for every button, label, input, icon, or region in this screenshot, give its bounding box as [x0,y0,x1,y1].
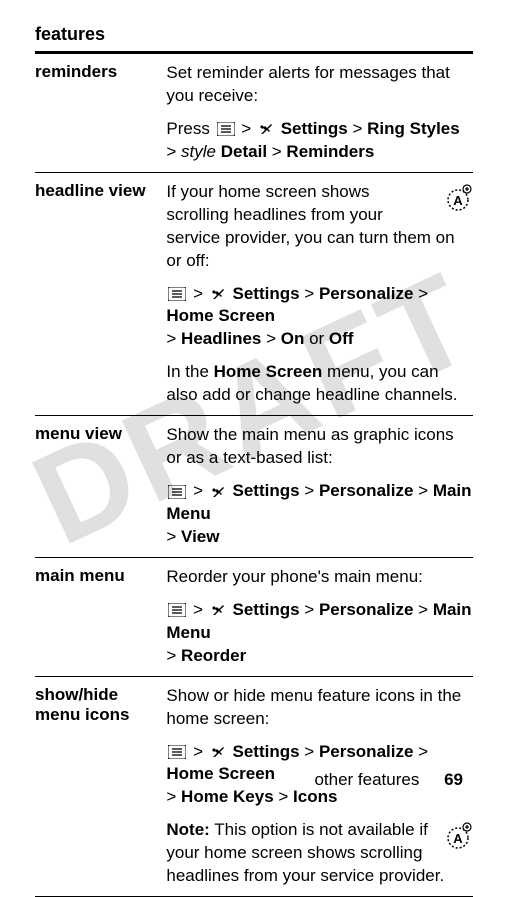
path-style: style [181,142,216,161]
path-sep: > [300,600,319,619]
svg-text:A: A [453,193,463,208]
row-label-mainmenu: main menu [35,557,166,676]
path-sep: > [413,600,432,619]
path-sep: > [237,119,256,138]
path-prefix: Press [166,119,214,138]
menu-key-icon [168,287,186,301]
row-label-headline: headline view [35,172,166,415]
path-homekeys: Home Keys [181,787,274,806]
showhide-path: > Settings > Personalize > Home Screen >… [166,741,473,810]
finger-a-icon: A [443,821,473,851]
menu-key-icon [168,745,186,759]
headline-para2: In the Home Screen menu, you can also ad… [166,361,473,407]
tools-icon [258,121,274,137]
path-settings: Settings [233,481,300,500]
reminders-text: Set reminder alerts for messages that yo… [166,62,473,108]
row-desc-reminders: Set reminder alerts for messages that yo… [166,53,473,173]
path-sep: > [300,284,319,303]
menu-key-icon [168,603,186,617]
showhide-text: Show or hide menu feature icons in the h… [166,685,473,731]
path-settings: Settings [233,742,300,761]
path-settings: Settings [233,600,300,619]
path-home: Home Screen [166,306,275,325]
path-sep: > [348,119,367,138]
path-personalize: Personalize [319,742,414,761]
path-sep: > [267,142,286,161]
table-row: menu view Show the main menu as graphic … [35,416,473,558]
path-ring: Ring Styles [367,119,460,138]
row-label-showhide: show/hide menu icons [35,676,166,897]
table-row: main menu Reorder your phone's main menu… [35,557,473,676]
menuview-path: > Settings > Personalize > Main Menu > V… [166,480,473,549]
path-icons: Icons [293,787,337,806]
tools-icon [210,602,226,618]
tools-icon [210,286,226,302]
path-reorder: Reorder [181,646,246,665]
path-personalize: Personalize [319,284,414,303]
features-table: features reminders Set reminder alerts f… [35,20,473,897]
row-label-reminders: reminders [35,53,166,173]
path-on: On [281,329,305,348]
headline-text: A If your home screen shows scrolling he… [166,181,473,273]
table-row: reminders Set reminder alerts for messag… [35,53,473,173]
path-personalize: Personalize [319,600,414,619]
path-settings: Settings [233,284,300,303]
p2b: Home Screen [214,362,323,381]
path-headlines: Headlines [181,329,261,348]
svg-text:A: A [453,831,463,846]
path-view: View [181,527,219,546]
mainmenu-path: > Settings > Personalize > Main Menu > R… [166,599,473,668]
table-header: features [35,20,473,53]
table-row: headline view A If your home screen show… [35,172,473,415]
mainmenu-text: Reorder your phone's main menu: [166,566,473,589]
row-label-menuview: menu view [35,416,166,558]
path-personalize: Personalize [319,481,414,500]
table-row: show/hide menu icons Show or hide menu f… [35,676,473,897]
menu-key-icon [217,122,235,136]
menuview-text: Show the main menu as graphic icons or a… [166,424,473,470]
tools-icon [210,744,226,760]
path-home: Home Screen [166,764,275,783]
headline-path: > Settings > Personalize > Home Screen >… [166,283,473,352]
path-sep: > [188,481,207,500]
reminders-path: Press > Settings > Ring Styles > style D… [166,118,473,164]
row-desc-showhide: Show or hide menu feature icons in the h… [166,676,473,897]
path-detail: Detail [221,142,267,161]
path-sep: > [274,787,293,806]
path-reminders: Reminders [286,142,374,161]
path-off: Off [329,329,354,348]
path-settings: Settings [281,119,348,138]
path-sep: > [188,742,207,761]
path-sep: > [300,481,319,500]
finger-a-icon: A [443,183,473,213]
path-sep: > [300,742,319,761]
path-or: or [304,329,329,348]
path-sep: > [188,284,207,303]
headline-para1: If your home screen shows scrolling head… [166,182,454,270]
p2a: In the [166,362,213,381]
tools-icon [210,484,226,500]
menu-key-icon [168,485,186,499]
row-desc-mainmenu: Reorder your phone's main menu: > Settin… [166,557,473,676]
path-sep: > [413,742,428,761]
path-sep: > [188,600,207,619]
path-sep: > [261,329,280,348]
page-content: features reminders Set reminder alerts f… [35,20,473,897]
row-desc-menuview: Show the main menu as graphic icons or a… [166,416,473,558]
row-desc-headline: A If your home screen shows scrolling he… [166,172,473,415]
path-sep: > [413,284,428,303]
note-label: Note: [166,820,209,839]
path-sep: > [413,481,432,500]
showhide-note: A Note: This option is not available if … [166,819,473,888]
